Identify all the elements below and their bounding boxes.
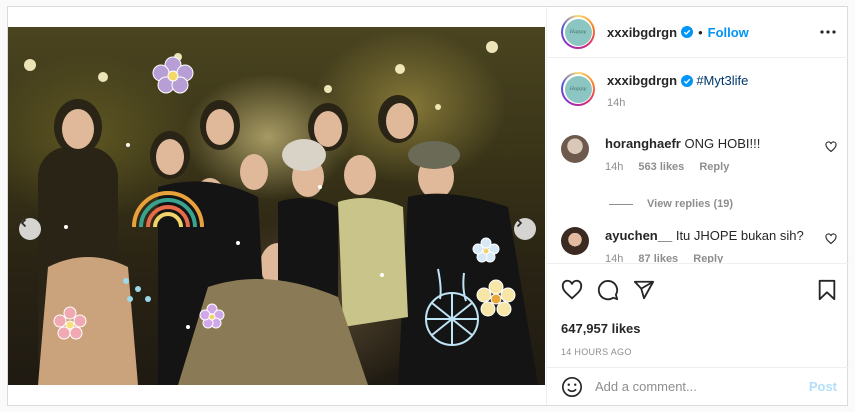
commenter-avatar[interactable] — [561, 227, 589, 255]
verified-badge-icon — [680, 75, 693, 87]
carousel-next-button[interactable] — [514, 218, 536, 240]
heart-icon[interactable] — [825, 233, 837, 245]
follow-button[interactable]: Follow — [708, 25, 749, 40]
post-media[interactable] — [8, 27, 545, 385]
share-icon[interactable] — [633, 279, 655, 301]
comment-icon[interactable] — [597, 279, 619, 301]
post-actions: 647,957 likes 14 HOURS AGO — [547, 263, 849, 357]
instagram-post-frame: Happy xxxibgdrgn • Follow Happy xxxibgdr… — [7, 6, 849, 406]
comments-list[interactable]: Happy xxxibgdrgn #Myt3life 14h horanghae… — [547, 59, 849, 263]
likes-count[interactable]: 647,957 likes — [561, 321, 837, 336]
heart-icon[interactable] — [561, 279, 583, 301]
flower-sticker — [152, 56, 194, 94]
author-username[interactable]: xxxibgdrgn — [607, 25, 677, 40]
comment-composer: Post — [547, 367, 849, 405]
more-options-icon[interactable] — [820, 30, 836, 34]
comment-username[interactable]: horanghaefr — [605, 136, 681, 151]
view-replies-button[interactable]: View replies (19) — [609, 198, 733, 210]
comment-username[interactable]: ayuchen__ — [605, 228, 672, 243]
comment-time: 14h — [605, 253, 624, 263]
reply-button[interactable]: Reply — [699, 161, 729, 173]
chevron-left-icon — [20, 218, 27, 228]
reply-button[interactable]: Reply — [693, 253, 723, 263]
replies-divider — [609, 203, 633, 205]
comment-input[interactable] — [595, 379, 809, 394]
comment-item: ayuchen__ Itu JHOPE bukan sih? 14h 87 li… — [561, 227, 837, 263]
photo-illustration — [24, 41, 538, 385]
header-separator: • — [698, 24, 703, 40]
commenter-avatar[interactable] — [561, 135, 589, 163]
comment-text: Itu JHOPE bukan sih? — [675, 228, 804, 243]
post-header: Happy xxxibgdrgn • Follow — [547, 7, 848, 58]
comment-likes[interactable]: 563 likes — [638, 161, 684, 173]
comment-item: horanghaefr ONG HOBI!!! 14h 563 likes Re… — [561, 135, 837, 176]
post-comment-button[interactable]: Post — [809, 379, 837, 394]
post-details-panel: Happy xxxibgdrgn • Follow Happy xxxibgdr… — [546, 7, 849, 405]
chevron-right-icon — [516, 218, 523, 228]
view-replies-label: View replies (19) — [647, 198, 734, 210]
carousel-prev-button[interactable] — [19, 218, 41, 240]
caption-hashtag[interactable]: #Myt3life — [696, 73, 748, 88]
caption-username[interactable]: xxxibgdrgn — [607, 73, 677, 88]
post-caption: Happy xxxibgdrgn #Myt3life 14h — [547, 59, 849, 112]
bookmark-icon[interactable] — [817, 279, 837, 301]
emoji-icon[interactable] — [561, 376, 583, 398]
comment-time: 14h — [605, 161, 624, 173]
heart-icon[interactable] — [825, 141, 837, 153]
author-avatar[interactable]: Happy — [561, 15, 595, 49]
caption-author-avatar[interactable]: Happy — [561, 72, 595, 106]
post-timestamp: 14 HOURS AGO — [561, 347, 632, 357]
caption-text: xxxibgdrgn #Myt3life 14h — [607, 72, 748, 112]
comment-likes[interactable]: 87 likes — [638, 253, 678, 263]
comment-text: ONG HOBI!!! — [684, 136, 761, 151]
verified-badge-icon — [681, 26, 694, 38]
caption-time: 14h — [607, 97, 626, 109]
